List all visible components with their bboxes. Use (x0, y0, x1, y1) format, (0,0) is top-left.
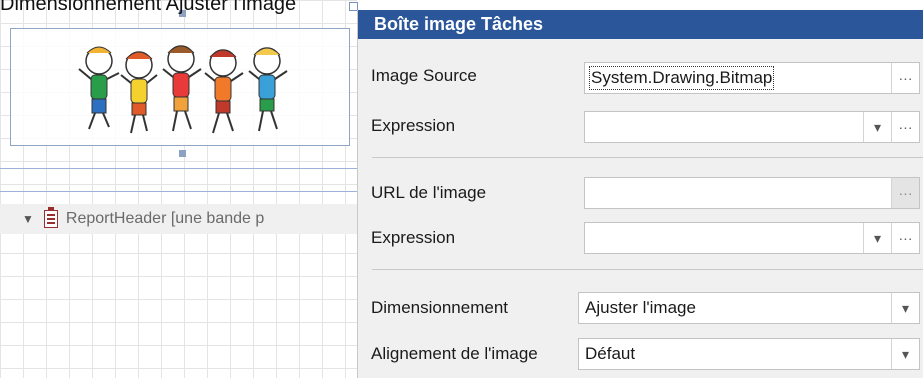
ellipsis-button[interactable]: ··· (891, 112, 919, 142)
picture-box-control[interactable] (10, 28, 350, 146)
expand-arrow-icon[interactable]: ▼ (22, 212, 34, 226)
ellipsis-button[interactable]: ··· (891, 63, 919, 93)
expression-label: Expression (371, 116, 456, 135)
report-header-band[interactable]: ▼ ReportHeader [une bande p (0, 204, 357, 234)
report-designer-surface[interactable]: ▼ ReportHeader [une bande p (0, 0, 358, 378)
band-separator (0, 168, 357, 192)
report-header-icon (43, 207, 58, 228)
sizing-value: Ajuster l'image (585, 298, 696, 317)
alignment-select[interactable]: Défaut ▾ (578, 338, 920, 370)
sizing-select[interactable]: Ajuster l'image ▾ (578, 292, 920, 324)
image-source-label: Image Source (371, 66, 477, 85)
expression-field[interactable]: ▾ ··· (584, 111, 920, 143)
ellipsis-button[interactable]: ··· (891, 223, 919, 253)
dropdown-arrow-icon[interactable]: ▾ (891, 293, 919, 323)
image-source-value: System.Drawing.Bitmap (588, 66, 775, 90)
sizing-label: Dimensionnement (371, 298, 509, 317)
image-url-field[interactable]: ··· (584, 177, 920, 209)
resize-handle-bottom[interactable] (179, 150, 186, 157)
band-label: ReportHeader [une bande p (65, 210, 265, 227)
dropdown-arrow-icon[interactable]: ▾ (863, 112, 891, 142)
picture-box-tasks-panel: Boîte image Tâches Image Source System.D… (357, 10, 923, 378)
expression-label: Expression (371, 228, 456, 247)
panel-title: Boîte image Tâches (358, 10, 923, 39)
dropdown-arrow-icon[interactable]: ▾ (863, 223, 891, 253)
page-caption: Dimensionnement Ajuster l'image (0, 0, 297, 15)
image-url-label: URL de l'image (371, 183, 487, 202)
ellipsis-button[interactable]: ··· (891, 178, 919, 208)
section-divider (372, 269, 923, 270)
alignment-label: Alignement de l'image (371, 344, 538, 363)
expression-field[interactable]: ▾ ··· (584, 222, 920, 254)
image-source-field[interactable]: System.Drawing.Bitmap ··· (584, 62, 920, 94)
children-clipart-image (78, 45, 288, 134)
section-divider (372, 157, 923, 158)
dropdown-arrow-icon[interactable]: ▾ (891, 339, 919, 369)
alignment-value: Défaut (585, 344, 636, 363)
